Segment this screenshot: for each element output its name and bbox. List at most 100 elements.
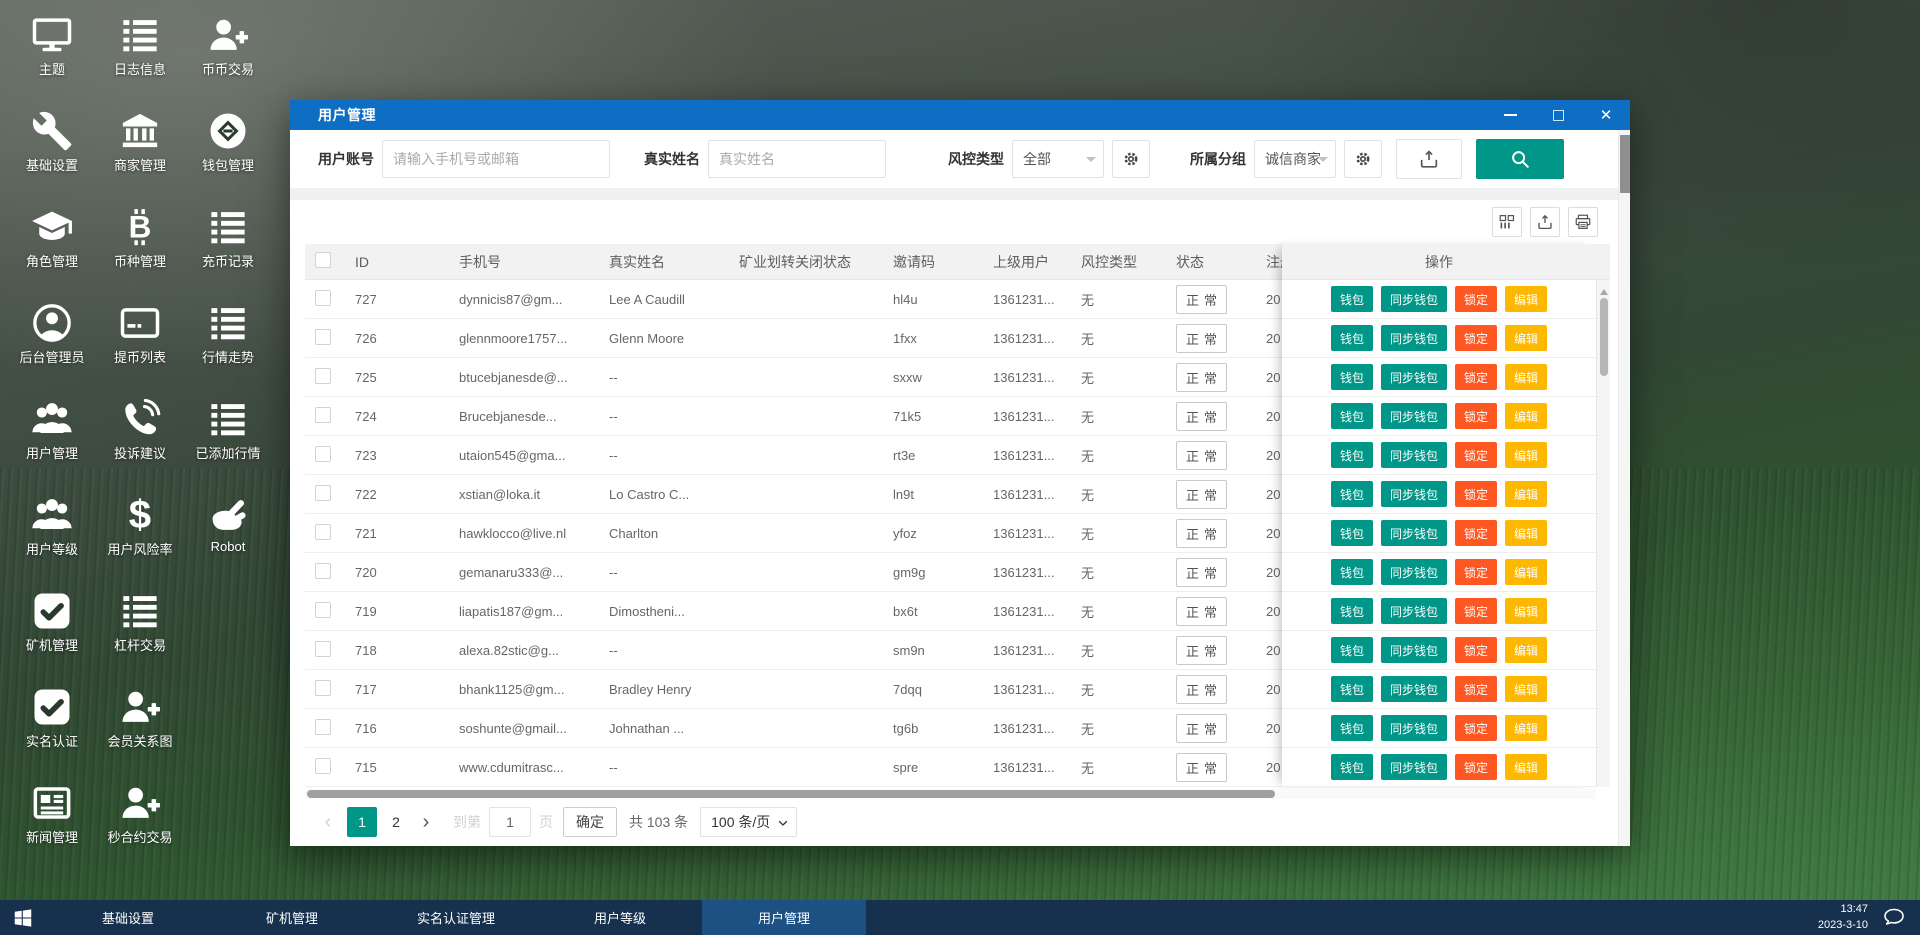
edit-button[interactable]: 编辑: [1505, 637, 1547, 663]
select-all-checkbox[interactable]: [315, 252, 331, 268]
header-risk-type[interactable]: 风控类型: [1067, 252, 1162, 272]
edit-button[interactable]: 编辑: [1505, 559, 1547, 585]
desktop-shortcut[interactable]: 商家管理: [96, 106, 184, 202]
header-phone[interactable]: 手机号: [445, 252, 595, 272]
table-vertical-scrollbar[interactable]: [1596, 280, 1610, 787]
goto-page-input[interactable]: [489, 807, 531, 837]
desktop-shortcut[interactable]: 行情走势: [184, 298, 272, 394]
desktop-shortcut[interactable]: 用户风险率: [96, 490, 184, 586]
edit-button[interactable]: 编辑: [1505, 442, 1547, 468]
status-badge[interactable]: 正常: [1176, 324, 1227, 353]
sync-wallet-button[interactable]: 同步钱包: [1381, 481, 1447, 507]
lock-button[interactable]: 锁定: [1455, 286, 1497, 312]
header-invite-code[interactable]: 邀请码: [879, 252, 979, 272]
status-badge[interactable]: 正常: [1176, 285, 1227, 314]
row-checkbox[interactable]: [315, 563, 331, 579]
status-badge[interactable]: 正常: [1176, 441, 1227, 470]
desktop-shortcut[interactable]: 投诉建议: [96, 394, 184, 490]
edit-button[interactable]: 编辑: [1505, 481, 1547, 507]
sync-wallet-button[interactable]: 同步钱包: [1381, 325, 1447, 351]
table-horizontal-scrollbar[interactable]: [305, 789, 1596, 799]
sync-wallet-button[interactable]: 同步钱包: [1381, 442, 1447, 468]
desktop-shortcut[interactable]: 用户管理: [8, 394, 96, 490]
sync-wallet-button[interactable]: 同步钱包: [1381, 598, 1447, 624]
window-scrollbar[interactable]: [1618, 130, 1630, 846]
minimize-button[interactable]: [1486, 100, 1534, 130]
wallet-button[interactable]: 钱包: [1331, 403, 1373, 429]
wallet-button[interactable]: 钱包: [1331, 325, 1373, 351]
row-checkbox[interactable]: [315, 524, 331, 540]
lock-button[interactable]: 锁定: [1455, 598, 1497, 624]
desktop-shortcut[interactable]: 基础设置: [8, 106, 96, 202]
lock-button[interactable]: 锁定: [1455, 325, 1497, 351]
desktop-shortcut[interactable]: 新闻管理: [8, 778, 96, 874]
search-button[interactable]: [1476, 139, 1564, 179]
print-button[interactable]: [1568, 207, 1598, 237]
chat-button[interactable]: [1868, 906, 1920, 930]
desktop-shortcut[interactable]: 后台管理员: [8, 298, 96, 394]
sync-wallet-button[interactable]: 同步钱包: [1381, 403, 1447, 429]
wallet-button[interactable]: 钱包: [1331, 637, 1373, 663]
lock-button[interactable]: 锁定: [1455, 637, 1497, 663]
desktop-shortcut[interactable]: 角色管理: [8, 202, 96, 298]
wallet-button[interactable]: 钱包: [1331, 754, 1373, 780]
window-scroll-thumb[interactable]: [1620, 135, 1630, 193]
taskbar-item-realname-auth[interactable]: 实名认证管理: [374, 900, 538, 935]
desktop-shortcut[interactable]: 币种管理: [96, 202, 184, 298]
row-checkbox[interactable]: [315, 641, 331, 657]
row-checkbox[interactable]: [315, 329, 331, 345]
status-badge[interactable]: 正常: [1176, 675, 1227, 704]
prev-page-button[interactable]: ‹: [313, 807, 343, 837]
edit-button[interactable]: 编辑: [1505, 754, 1547, 780]
edit-button[interactable]: 编辑: [1505, 403, 1547, 429]
realname-input[interactable]: [708, 140, 886, 178]
page-1-button[interactable]: 1: [347, 807, 377, 837]
status-badge[interactable]: 正常: [1176, 714, 1227, 743]
export-table-button[interactable]: [1530, 207, 1560, 237]
row-checkbox[interactable]: [315, 680, 331, 696]
status-badge[interactable]: 正常: [1176, 753, 1227, 782]
edit-button[interactable]: 编辑: [1505, 286, 1547, 312]
vertical-scroll-thumb[interactable]: [1600, 298, 1608, 376]
edit-button[interactable]: 编辑: [1505, 364, 1547, 390]
header-register-time[interactable]: 注册时间: [1260, 252, 1282, 272]
sync-wallet-button[interactable]: 同步钱包: [1381, 715, 1447, 741]
desktop-shortcut[interactable]: 实名认证: [8, 682, 96, 778]
sync-wallet-button[interactable]: 同步钱包: [1381, 676, 1447, 702]
header-id[interactable]: ID: [341, 254, 445, 270]
edit-button[interactable]: 编辑: [1505, 598, 1547, 624]
desktop-shortcut[interactable]: 钱包管理: [184, 106, 272, 202]
wallet-button[interactable]: 钱包: [1331, 598, 1373, 624]
horizontal-scroll-thumb[interactable]: [307, 790, 1275, 798]
sync-wallet-button[interactable]: 同步钱包: [1381, 364, 1447, 390]
desktop-shortcut[interactable]: 提币列表: [96, 298, 184, 394]
desktop-shortcut[interactable]: Robot: [184, 490, 272, 586]
lock-button[interactable]: 锁定: [1455, 364, 1497, 390]
lock-button[interactable]: 锁定: [1455, 559, 1497, 585]
edit-button[interactable]: 编辑: [1505, 715, 1547, 741]
risk-type-select[interactable]: 全部: [1012, 140, 1104, 178]
sync-wallet-button[interactable]: 同步钱包: [1381, 520, 1447, 546]
wallet-button[interactable]: 钱包: [1331, 676, 1373, 702]
wallet-button[interactable]: 钱包: [1331, 364, 1373, 390]
status-badge[interactable]: 正常: [1176, 519, 1227, 548]
taskbar-item-basic-settings[interactable]: 基础设置: [46, 900, 210, 935]
desktop-shortcut[interactable]: 杠杆交易: [96, 586, 184, 682]
wallet-button[interactable]: 钱包: [1331, 481, 1373, 507]
lock-button[interactable]: 锁定: [1455, 403, 1497, 429]
row-checkbox[interactable]: [315, 485, 331, 501]
taskbar-item-user-level[interactable]: 用户等级: [538, 900, 702, 935]
taskbar-clock[interactable]: 13:47 2023-3-10: [1818, 902, 1868, 933]
wallet-button[interactable]: 钱包: [1331, 442, 1373, 468]
confirm-page-button[interactable]: 确定: [563, 807, 617, 837]
desktop-shortcut[interactable]: 用户等级: [8, 490, 96, 586]
scroll-up-arrow[interactable]: [1600, 285, 1608, 295]
row-checkbox[interactable]: [315, 758, 331, 774]
edit-button[interactable]: 编辑: [1505, 676, 1547, 702]
group-settings-button[interactable]: [1344, 140, 1382, 178]
lock-button[interactable]: 锁定: [1455, 481, 1497, 507]
header-status[interactable]: 状态: [1162, 252, 1260, 272]
lock-button[interactable]: 锁定: [1455, 715, 1497, 741]
sync-wallet-button[interactable]: 同步钱包: [1381, 637, 1447, 663]
taskbar-item-miner-management[interactable]: 矿机管理: [210, 900, 374, 935]
